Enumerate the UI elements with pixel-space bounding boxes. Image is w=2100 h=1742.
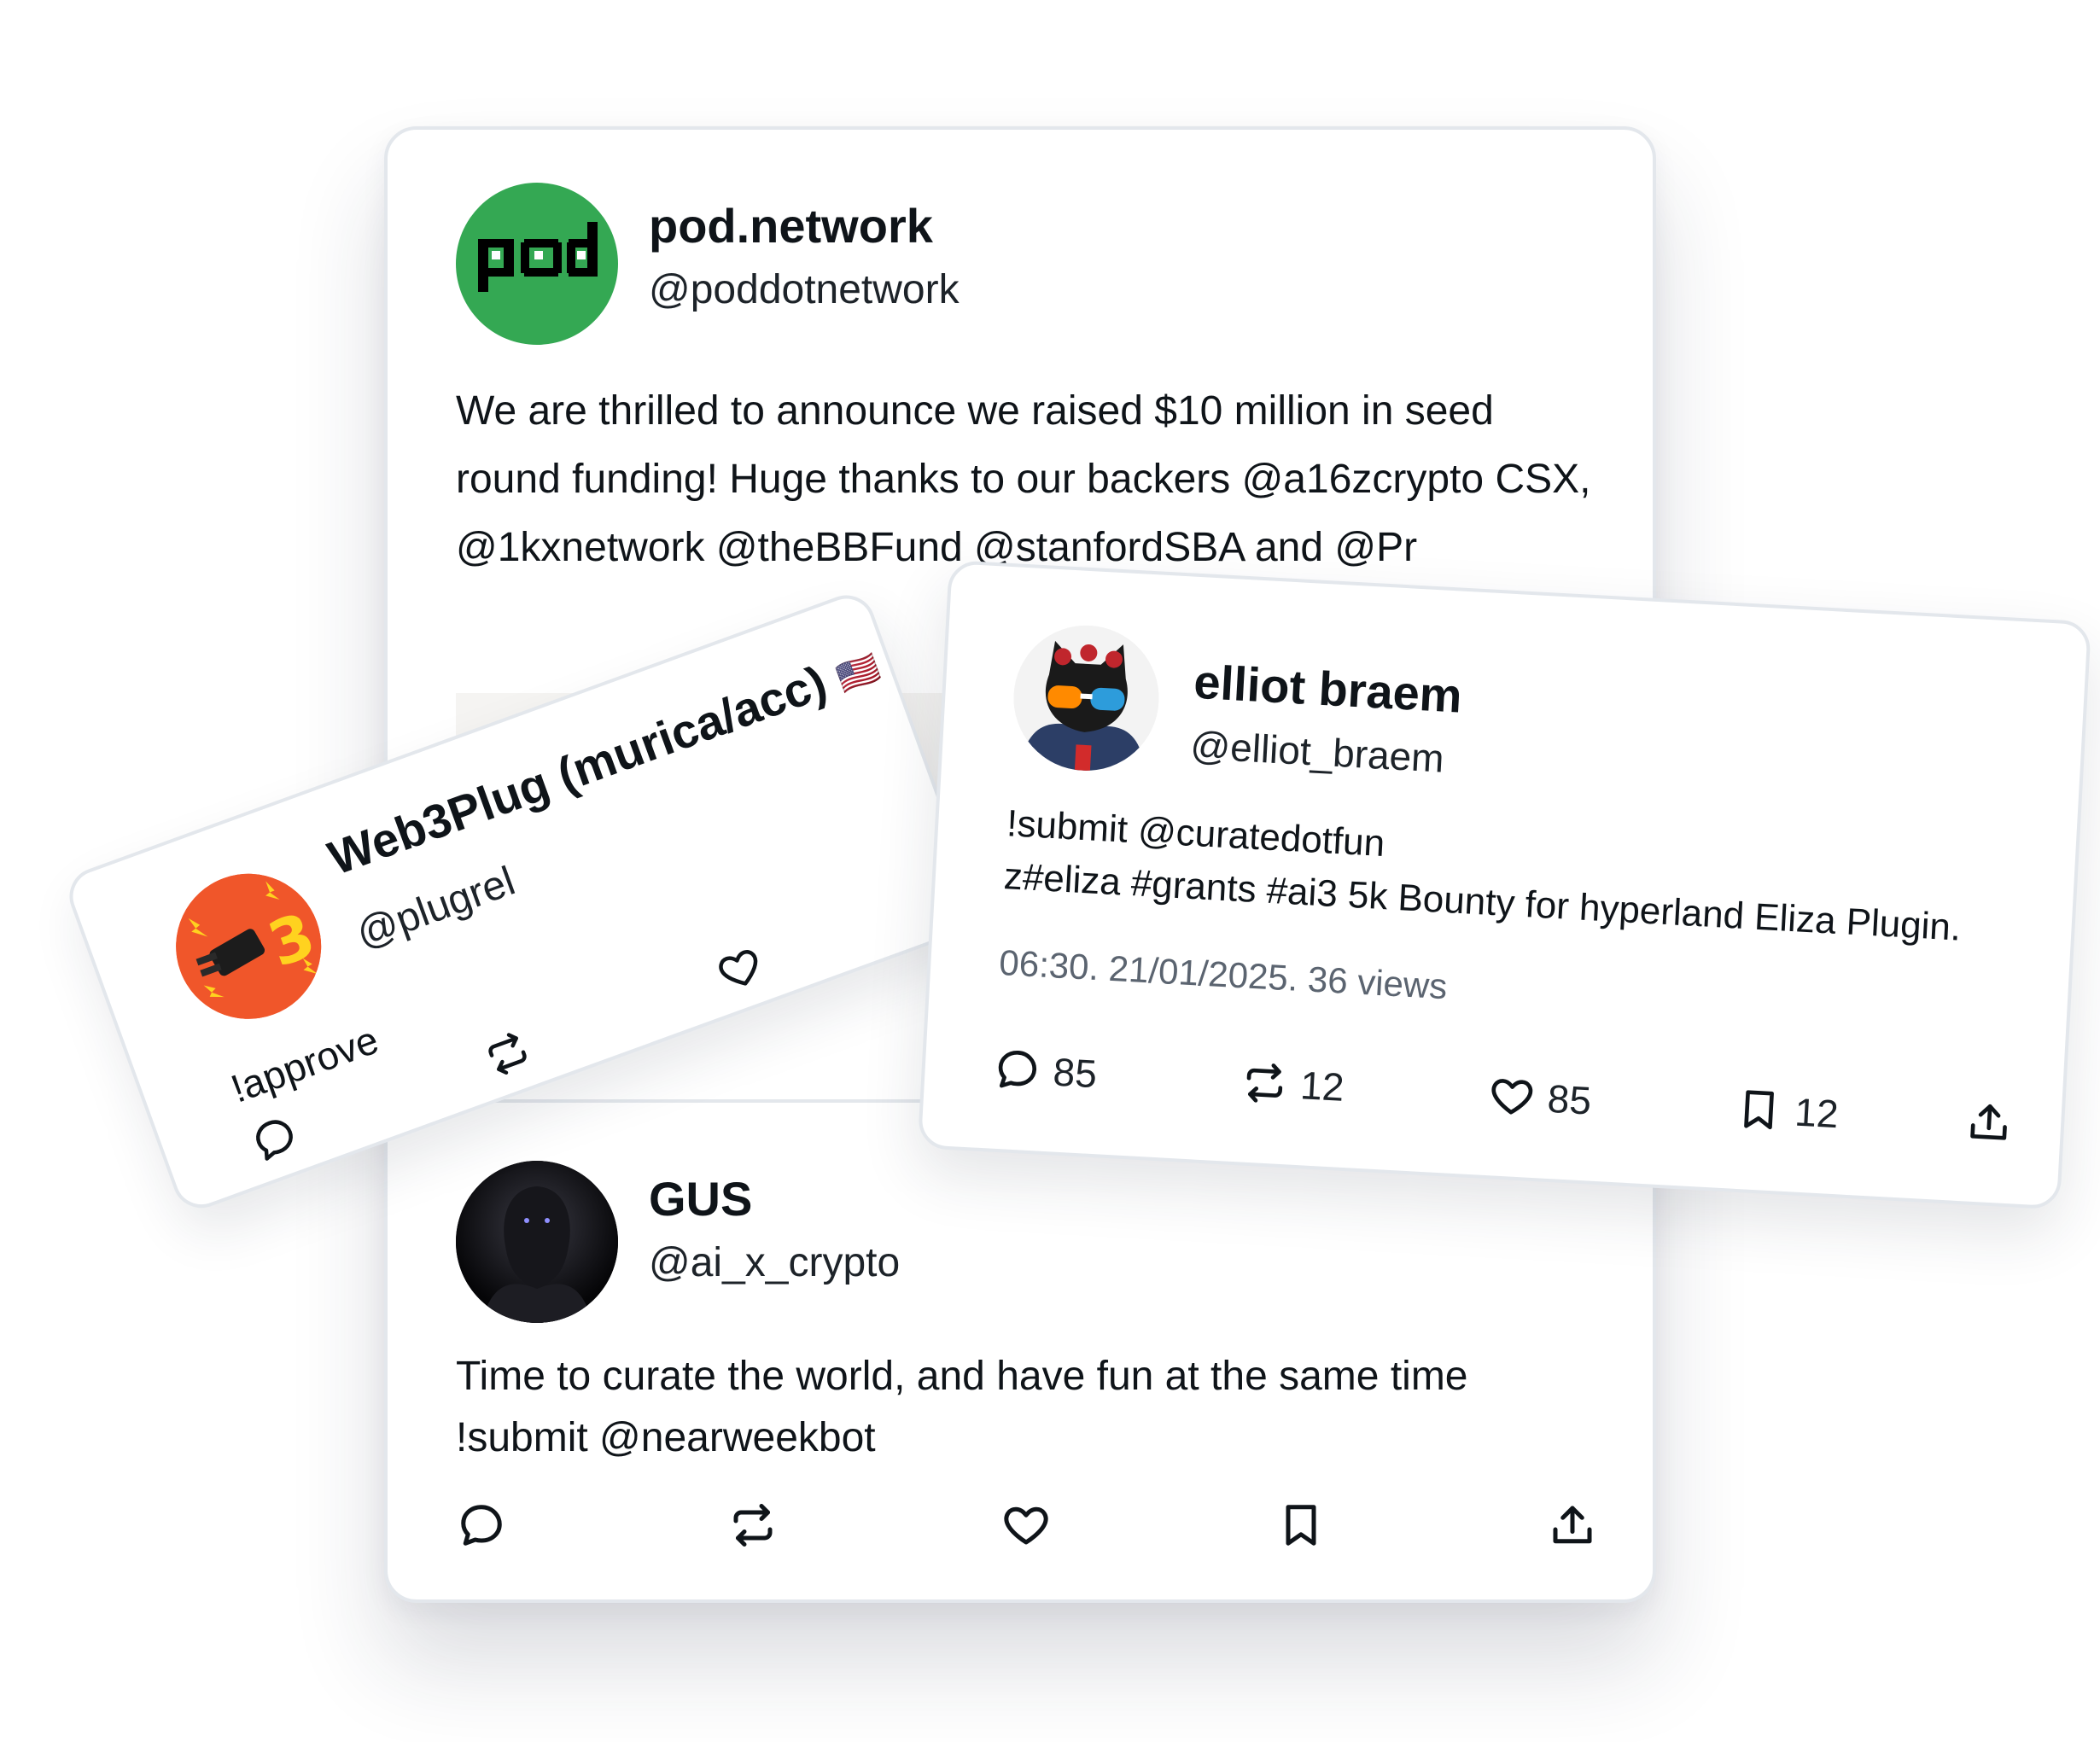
- author-handle[interactable]: @poddotnetwork: [649, 266, 960, 313]
- share-icon: [1970, 1104, 2007, 1140]
- retweet-icon: [488, 1033, 527, 1075]
- like-icon: [719, 950, 758, 986]
- pod-network-avatar[interactable]: [456, 183, 618, 345]
- reply-count: 85: [1052, 1049, 1099, 1097]
- pod-logo-icon: [478, 222, 598, 292]
- reply-button[interactable]: 85: [992, 1045, 1098, 1098]
- web3plug-avatar[interactable]: 3: [155, 853, 342, 1040]
- bookmark-button[interactable]: [1275, 1500, 1327, 1551]
- author-handle[interactable]: @elliot_braem: [1189, 722, 1445, 782]
- bookmark-count: 12: [1794, 1089, 1840, 1137]
- elliot-avatar[interactable]: [1010, 621, 1163, 775]
- retweet-icon: [1246, 1063, 1283, 1103]
- retweet-icon: [733, 1504, 773, 1547]
- elliot-tweet-card: elliot braem @elliot_braem !submit @cura…: [917, 560, 2092, 1210]
- tweet-text: Time to curate the world, and have fun a…: [456, 1346, 1600, 1469]
- hooded-figure-icon: [456, 1161, 618, 1323]
- share-icon: [1553, 1506, 1592, 1544]
- tweet-text-line: Time to curate the world, and have fun a…: [456, 1354, 1468, 1399]
- share-button[interactable]: [1964, 1097, 2015, 1147]
- bookmark-icon: [1744, 1090, 1774, 1130]
- flag-icon: 🇺🇸: [831, 648, 885, 699]
- like-icon: [1004, 1506, 1048, 1545]
- tweet-text: We are thrilled to announce we raised $1…: [456, 388, 1591, 570]
- retweet-button[interactable]: [727, 1500, 779, 1551]
- reply-icon: [998, 1051, 1037, 1088]
- author-name[interactable]: elliot braem: [1193, 654, 1463, 724]
- like-button[interactable]: 85: [1486, 1071, 1592, 1124]
- tweet-text: !submit @curatedotfun z#eliza #grants #a…: [1002, 797, 2056, 959]
- reply-icon: [256, 1120, 293, 1161]
- like-icon: [1491, 1079, 1533, 1115]
- retweet-count: 12: [1298, 1063, 1345, 1110]
- reply-button[interactable]: [456, 1500, 507, 1551]
- reply-button[interactable]: [245, 1109, 304, 1168]
- like-button[interactable]: [1000, 1500, 1052, 1551]
- reply-icon: [461, 1505, 502, 1546]
- like-count: 85: [1546, 1075, 1593, 1123]
- bookmark-button[interactable]: 12: [1734, 1085, 1840, 1138]
- retweet-button[interactable]: 12: [1240, 1057, 1345, 1110]
- like-button[interactable]: [710, 940, 769, 999]
- bookmark-icon: [1286, 1505, 1316, 1546]
- tweet-actions: [456, 1500, 1592, 1559]
- retweet-button[interactable]: [478, 1024, 537, 1083]
- tweet-text-line: !submit @nearweekbot: [456, 1415, 876, 1460]
- author-name[interactable]: GUS: [649, 1171, 752, 1226]
- gus-avatar[interactable]: [456, 1161, 618, 1323]
- tweet-timestamp-views: 06:30. 21/01/2025. 36 views: [998, 941, 1449, 1007]
- author-name[interactable]: pod.network: [649, 198, 933, 253]
- tweet-actions: 85 12 85 12: [992, 1045, 2007, 1159]
- plug-lightning-icon: 3: [155, 853, 342, 1040]
- cat-with-sunglasses-icon: [1010, 621, 1163, 775]
- author-handle[interactable]: @ai_x_crypto: [649, 1239, 900, 1286]
- share-button[interactable]: [1547, 1500, 1598, 1551]
